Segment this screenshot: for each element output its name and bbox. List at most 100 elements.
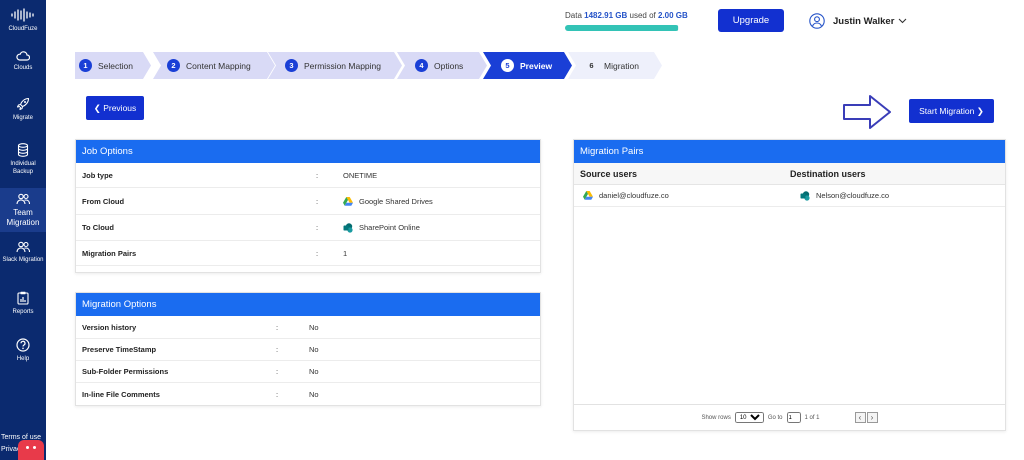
team-icon	[16, 241, 30, 253]
option-value: SharePoint Online	[343, 222, 420, 233]
option-value: ONETIME	[343, 170, 378, 180]
database-icon	[17, 143, 29, 157]
option-key: Migration Pairs	[82, 248, 137, 258]
separator-colon: :	[276, 345, 279, 354]
migration-pairs-panel: Migration Pairs Source users Destination…	[573, 139, 1006, 431]
sidebar-item-label: Slack Migration	[2, 257, 44, 263]
step-label: Permission Mapping	[304, 60, 382, 71]
sidebar-item-team-migration[interactable]: Team Migration	[0, 188, 46, 232]
migration-options-panel: Migration Options Version history : No P…	[75, 292, 541, 406]
panel-title: Job Options	[76, 140, 540, 163]
logo-wave-icon	[11, 8, 34, 22]
separator-colon: :	[316, 196, 319, 206]
step-label: Selection	[98, 60, 133, 71]
step-number: 2	[167, 59, 180, 72]
separator-colon: :	[276, 367, 279, 376]
sidebar-item-migrate[interactable]: Migrate	[0, 97, 46, 122]
sidebar-item-individual-backup[interactable]: Individual Backup	[0, 143, 46, 176]
panel-title: Migration Pairs	[574, 140, 1005, 163]
job-option-row: Migration Pairs : 1	[76, 241, 540, 266]
sidebar-item-label: Reports	[12, 309, 34, 315]
goto-label: Go to	[767, 414, 783, 421]
option-key: From Cloud	[82, 196, 125, 206]
step-migration[interactable]: 6 Migration	[568, 52, 662, 79]
step-permission-mapping[interactable]: 3 Permission Mapping	[268, 52, 402, 79]
start-migration-button[interactable]: Start Migration ❯	[909, 99, 994, 123]
logo-text: CloudFuze	[8, 26, 38, 32]
sidebar-item-reports[interactable]: Reports	[0, 291, 46, 316]
separator-colon: :	[316, 223, 319, 232]
user-menu[interactable]: Justin Walker	[809, 13, 907, 29]
sidebar-item-label: Migrate	[12, 115, 33, 121]
step-number: 5	[501, 59, 514, 72]
option-value: 1	[343, 248, 348, 258]
option-key: Sub-Folder Permissions	[82, 367, 169, 376]
migration-option-row: Preserve TimeStamp : No	[76, 339, 540, 361]
panel-title: Migration Options	[76, 293, 540, 316]
column-destination-users: Destination users	[790, 168, 866, 179]
step-label: Options	[434, 60, 464, 71]
goto-page-input[interactable]	[786, 412, 801, 423]
pairs-table-header: Source users Destination users	[574, 163, 1005, 185]
previous-label: Previous	[103, 102, 137, 113]
cloud-icon	[16, 51, 30, 61]
help-icon	[16, 338, 30, 352]
step-number: 4	[415, 59, 428, 72]
separator-colon: :	[316, 170, 319, 180]
usage-used: 1482.91 GB	[584, 11, 628, 20]
to-cloud-value: SharePoint Online	[359, 223, 420, 232]
step-number: 3	[285, 59, 298, 72]
chevron-down-icon	[899, 18, 907, 24]
google-drive-icon	[343, 196, 353, 206]
chevron-right-icon: ❯	[976, 105, 984, 116]
job-option-row: From Cloud : Google Shared Drives	[76, 188, 540, 215]
sidebar-item-slack-migration[interactable]: Slack Migration	[0, 241, 46, 264]
source-user-cell: daniel@cloudfuze.co	[574, 191, 800, 200]
option-key: Job type	[82, 170, 113, 180]
sidebar: CloudFuze Clouds Migrate Individual Back…	[0, 0, 46, 460]
step-selection[interactable]: 1 Selection	[75, 52, 151, 79]
chatbot-icon[interactable]	[18, 440, 44, 460]
rocket-icon	[16, 97, 30, 111]
storage-usage-fill	[565, 25, 678, 31]
sidebar-item-label: Help	[16, 356, 30, 362]
separator-colon: :	[316, 248, 319, 258]
chevron-left-icon: ❮	[93, 102, 101, 113]
next-page-button[interactable]: ›	[866, 412, 878, 423]
option-value: No	[309, 389, 319, 399]
table-row[interactable]: daniel@cloudfuze.co Nelson@cloudfuze.co	[574, 185, 1005, 207]
column-source-users: Source users	[580, 168, 638, 179]
storage-usage-bar	[565, 25, 679, 31]
migration-option-row: Version history : No	[76, 316, 540, 339]
step-preview[interactable]: 5 Preview	[483, 52, 572, 79]
from-cloud-value: Google Shared Drives	[359, 196, 433, 206]
sidebar-item-help[interactable]: Help	[0, 338, 46, 363]
step-content-mapping[interactable]: 2 Content Mapping	[153, 52, 275, 79]
option-value: No	[309, 345, 319, 354]
step-number: 1	[79, 59, 92, 72]
arrow-right-icon	[843, 95, 891, 129]
rows-per-page-select[interactable]: 10	[734, 412, 764, 423]
upgrade-button[interactable]: Upgrade	[718, 9, 784, 32]
google-drive-icon	[583, 191, 593, 200]
step-options[interactable]: 4 Options	[397, 52, 487, 79]
team-icon	[16, 193, 30, 205]
sharepoint-icon	[800, 190, 810, 201]
option-value: Google Shared Drives	[343, 196, 433, 206]
sharepoint-icon	[343, 222, 353, 233]
storage-usage-text: Data 1482.91 GB used of 2.00 GB	[565, 11, 688, 20]
option-key: Version history	[82, 322, 137, 332]
prev-page-button[interactable]: ‹	[854, 412, 866, 423]
usage-total: 2.00 GB	[658, 11, 688, 20]
separator-colon: :	[276, 389, 279, 399]
previous-button[interactable]: ❮ Previous	[86, 96, 144, 120]
step-number: 6	[589, 61, 594, 70]
user-name: Justin Walker	[833, 15, 895, 27]
step-label: Migration	[604, 60, 639, 71]
destination-user-cell: Nelson@cloudfuze.co	[800, 190, 889, 201]
sidebar-item-label: Clouds	[13, 65, 33, 71]
sidebar-item-clouds[interactable]: Clouds	[0, 50, 46, 72]
usage-mid: used of	[629, 11, 656, 20]
migration-option-row: In-line File Comments : No	[76, 383, 540, 405]
cloudfuze-logo[interactable]: CloudFuze	[0, 8, 46, 32]
